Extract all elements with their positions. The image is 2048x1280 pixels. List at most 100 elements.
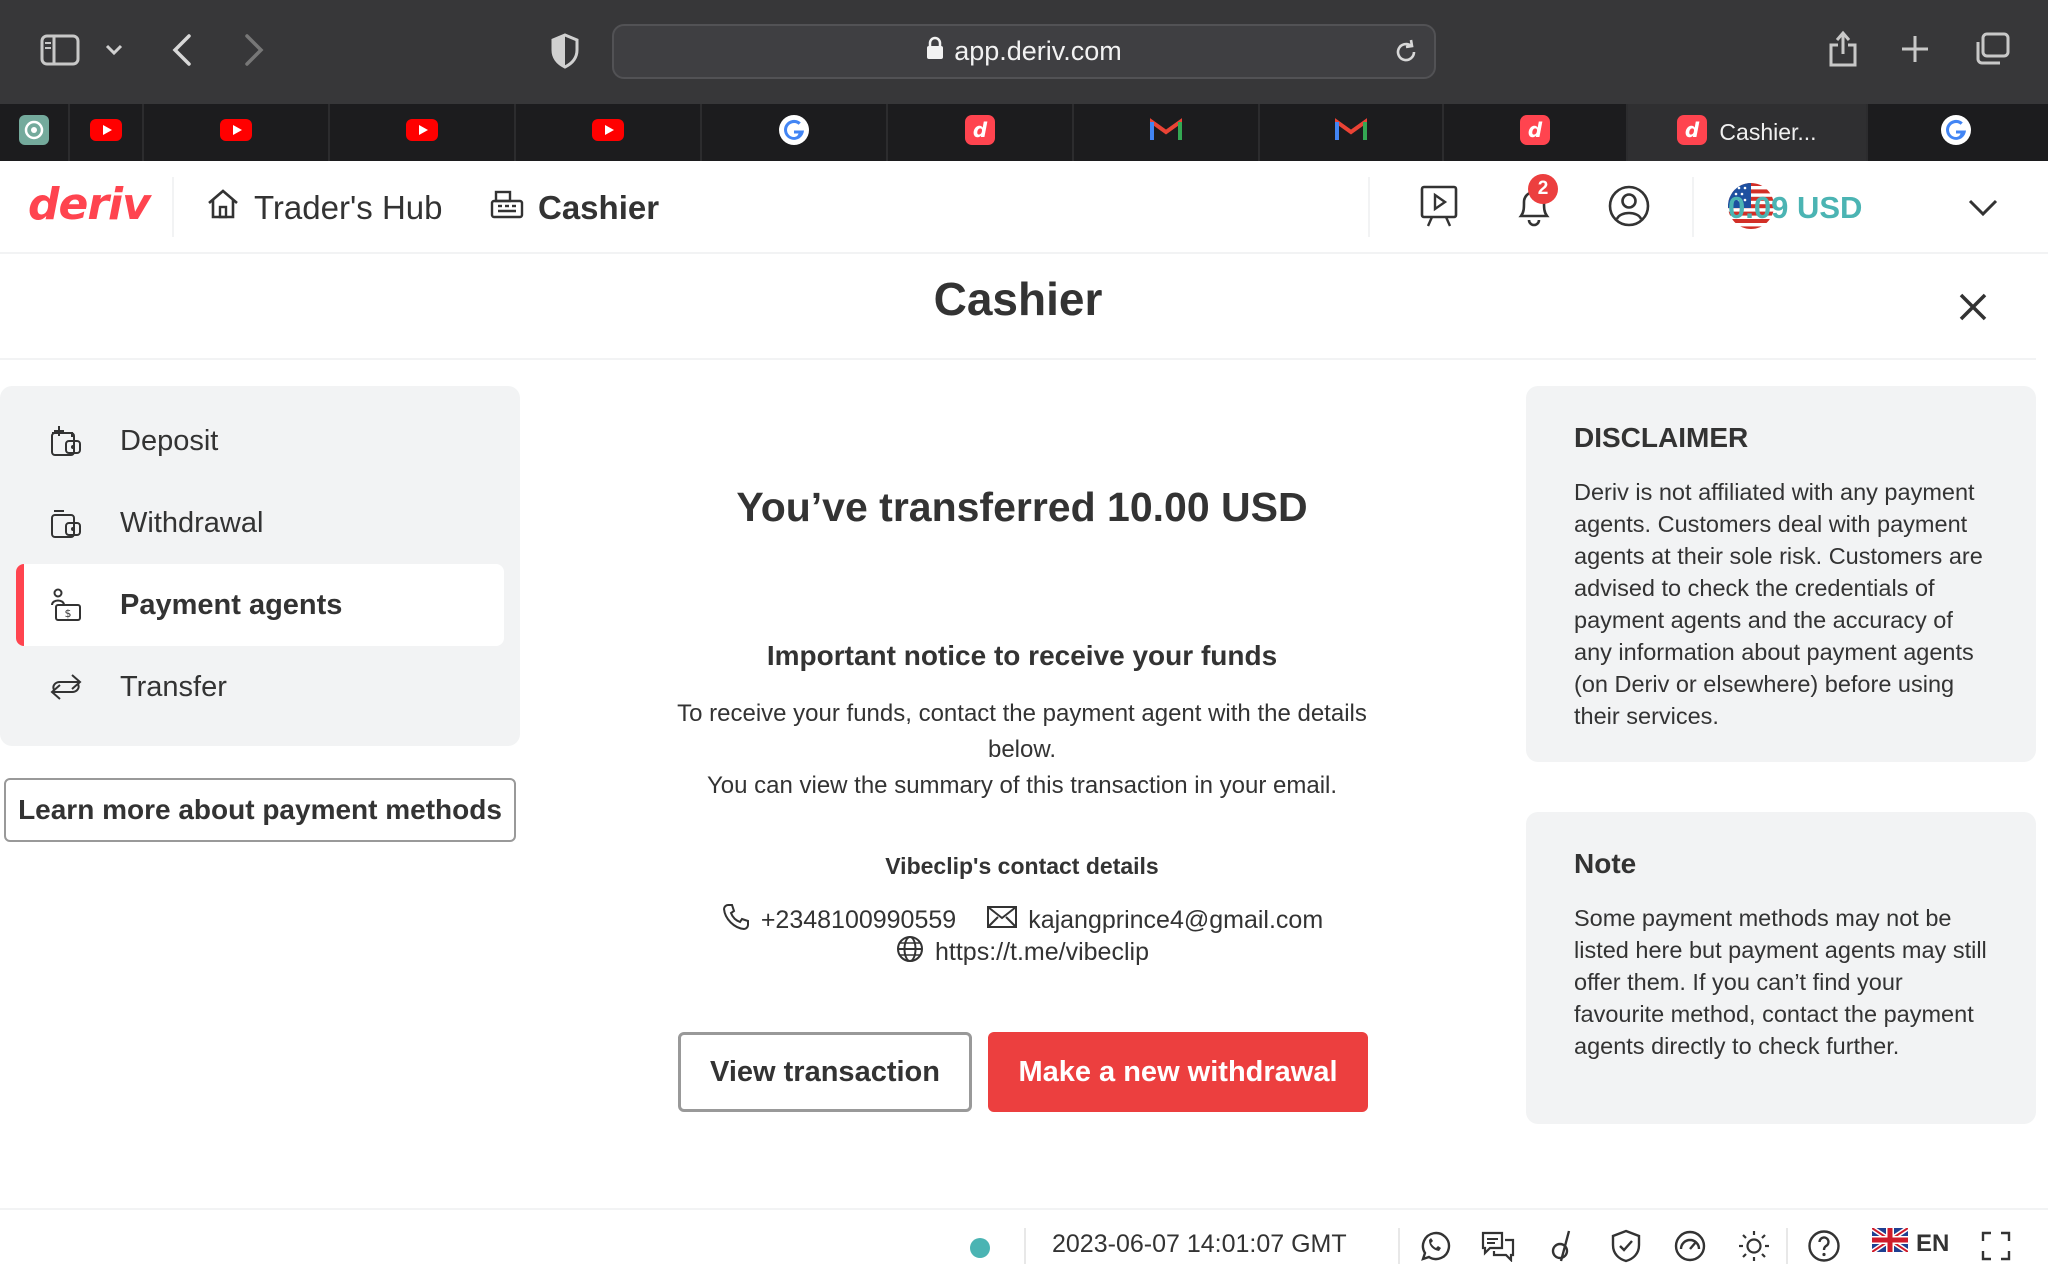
tab-cashier-active[interactable]: d Cashier... — [1628, 104, 1868, 161]
title-divider — [0, 358, 2036, 360]
header-divider — [172, 177, 174, 237]
transfer-icon — [46, 667, 86, 707]
sidebar-item-withdrawal[interactable]: Withdrawal — [16, 482, 504, 564]
shield-icon[interactable] — [548, 32, 582, 70]
responsible-trading-icon[interactable] — [1608, 1228, 1644, 1264]
back-icon[interactable] — [166, 30, 198, 70]
contact-website-text: https://t.me/vibeclip — [935, 938, 1149, 966]
disclaimer-title: DISCLAIMER — [1574, 422, 1749, 453]
reload-icon[interactable] — [1392, 38, 1420, 66]
tab-youtube[interactable] — [330, 104, 516, 161]
sidebar-item-deposit[interactable]: Deposit — [16, 400, 504, 482]
network-status-indicator[interactable] — [970, 1238, 990, 1258]
browser-tab-strip: d d d Cashier... — [0, 104, 2048, 161]
footer-divider — [1398, 1228, 1400, 1264]
sidebar-item-transfer[interactable]: Transfer — [16, 646, 504, 728]
traders-hub-link[interactable]: Trader's Hub — [206, 161, 442, 254]
fullscreen-icon[interactable] — [1978, 1228, 2014, 1264]
address-bar[interactable]: app.deriv.com — [612, 24, 1436, 79]
tab-chatgpt[interactable] — [0, 104, 70, 161]
footer-divider — [1786, 1228, 1788, 1264]
account-balance[interactable]: 0.09 USD — [1728, 161, 1862, 254]
contact-email-text: kajangprince4@gmail.com — [1028, 906, 1324, 934]
sidebar-item-payment-agents[interactable]: $ Payment agents — [16, 564, 504, 646]
notice-line: below. — [987, 736, 1057, 763]
contact-details-title: Vibeclip's contact details — [885, 853, 1159, 879]
cash-register-icon — [490, 189, 524, 227]
tab-deriv[interactable]: d — [888, 104, 1074, 161]
help-icon[interactable] — [1806, 1228, 1842, 1264]
deriv-icon: d — [1520, 115, 1550, 150]
svg-text:$: $ — [65, 607, 72, 620]
cashier-label: Cashier — [538, 188, 660, 226]
deriv-icon: d — [965, 115, 995, 150]
notice-line: To receive your funds, contact the payme… — [677, 700, 1367, 727]
tab-youtube[interactable] — [70, 104, 144, 161]
tab-deriv[interactable]: d — [1444, 104, 1628, 161]
note-panel: Note Some payment methods may not be lis… — [1526, 812, 2036, 1124]
reports-icon[interactable] — [1418, 183, 1460, 229]
svg-text:d: d — [1528, 118, 1543, 142]
browser-toolbar: app.deriv.com — [0, 0, 2048, 104]
lock-icon — [926, 36, 944, 67]
contact-email[interactable]: kajangprince4@gmail.com — [986, 905, 1323, 936]
tab-overview-icon[interactable] — [1972, 30, 2012, 68]
sidebar-toggle-icon[interactable] — [38, 32, 82, 68]
sidebar-item-label: Deposit — [120, 424, 219, 457]
youtube-icon — [406, 119, 438, 146]
note-text: Some payment methods may not be listed h… — [1574, 905, 1987, 1059]
account-profile-icon[interactable] — [1606, 183, 1652, 229]
theme-toggle-icon[interactable] — [1736, 1228, 1772, 1264]
account-limits-icon[interactable] — [1672, 1228, 1708, 1264]
notice-line: You can view the summary of this transac… — [706, 772, 1338, 799]
sidebar-item-label: Transfer — [120, 670, 227, 703]
contact-website[interactable]: https://t.me/vibeclip — [895, 934, 1149, 971]
sidebar-item-label: Withdrawal — [120, 506, 264, 539]
globe-icon — [895, 934, 925, 971]
youtube-icon — [90, 119, 122, 146]
google-icon — [1940, 114, 1972, 151]
url-text: app.deriv.com — [954, 36, 1122, 66]
chatgpt-icon — [19, 115, 49, 150]
header-divider — [1368, 177, 1370, 237]
share-icon[interactable] — [1824, 26, 1862, 70]
tab-gmail[interactable] — [1074, 104, 1260, 161]
tab-google[interactable] — [1868, 104, 2044, 161]
deriv-logo[interactable]: deriv — [28, 179, 151, 230]
tab-youtube[interactable] — [516, 104, 702, 161]
notice-body: To receive your funds, contact the payme… — [540, 696, 1504, 804]
tab-youtube[interactable] — [144, 104, 330, 161]
language-selector[interactable]: EN — [1870, 1225, 1950, 1259]
cashier-link[interactable]: Cashier — [490, 161, 659, 254]
new-tab-icon[interactable] — [1898, 32, 1932, 66]
gmail-icon — [1335, 118, 1367, 147]
cashier-side-menu: Deposit Withdrawal $ Payment agents Tran… — [0, 386, 520, 746]
live-chat-icon[interactable] — [1480, 1228, 1516, 1264]
svg-text:d: d — [973, 118, 988, 142]
tab-gmail[interactable] — [1260, 104, 1444, 161]
header-divider — [1692, 177, 1694, 237]
forward-icon[interactable] — [238, 30, 270, 70]
deriv-icon: d — [1677, 115, 1708, 150]
home-icon — [206, 188, 240, 228]
tab-google[interactable] — [702, 104, 888, 161]
chevron-down-icon[interactable] — [102, 38, 126, 62]
deriv-go-icon[interactable] — [1544, 1228, 1580, 1264]
disclaimer-text: Deriv is not affiliated with any payment… — [1574, 479, 1983, 729]
server-time: 2023-06-07 14:01:07 GMT — [1052, 1230, 1347, 1258]
transfer-confirmation-heading: You’ve transferred 10.00 USD — [736, 484, 1308, 530]
gmail-icon — [1150, 118, 1182, 147]
learn-more-button[interactable]: Learn more about payment methods — [4, 778, 516, 842]
svg-text:d: d — [1685, 118, 1700, 142]
chevron-down-icon[interactable] — [1966, 193, 2000, 223]
language-code: EN — [1916, 1229, 1950, 1257]
google-icon — [778, 114, 810, 151]
contact-phone-text: +2348100990559 — [760, 906, 957, 934]
close-icon[interactable] — [1953, 287, 1993, 327]
payment-agents-icon: $ — [46, 585, 86, 625]
footer-divider — [1024, 1228, 1026, 1264]
new-withdrawal-button[interactable]: Make a new withdrawal — [988, 1032, 1368, 1112]
youtube-icon — [220, 119, 252, 146]
view-transaction-button[interactable]: View transaction — [678, 1032, 972, 1112]
whatsapp-icon[interactable] — [1416, 1228, 1452, 1264]
